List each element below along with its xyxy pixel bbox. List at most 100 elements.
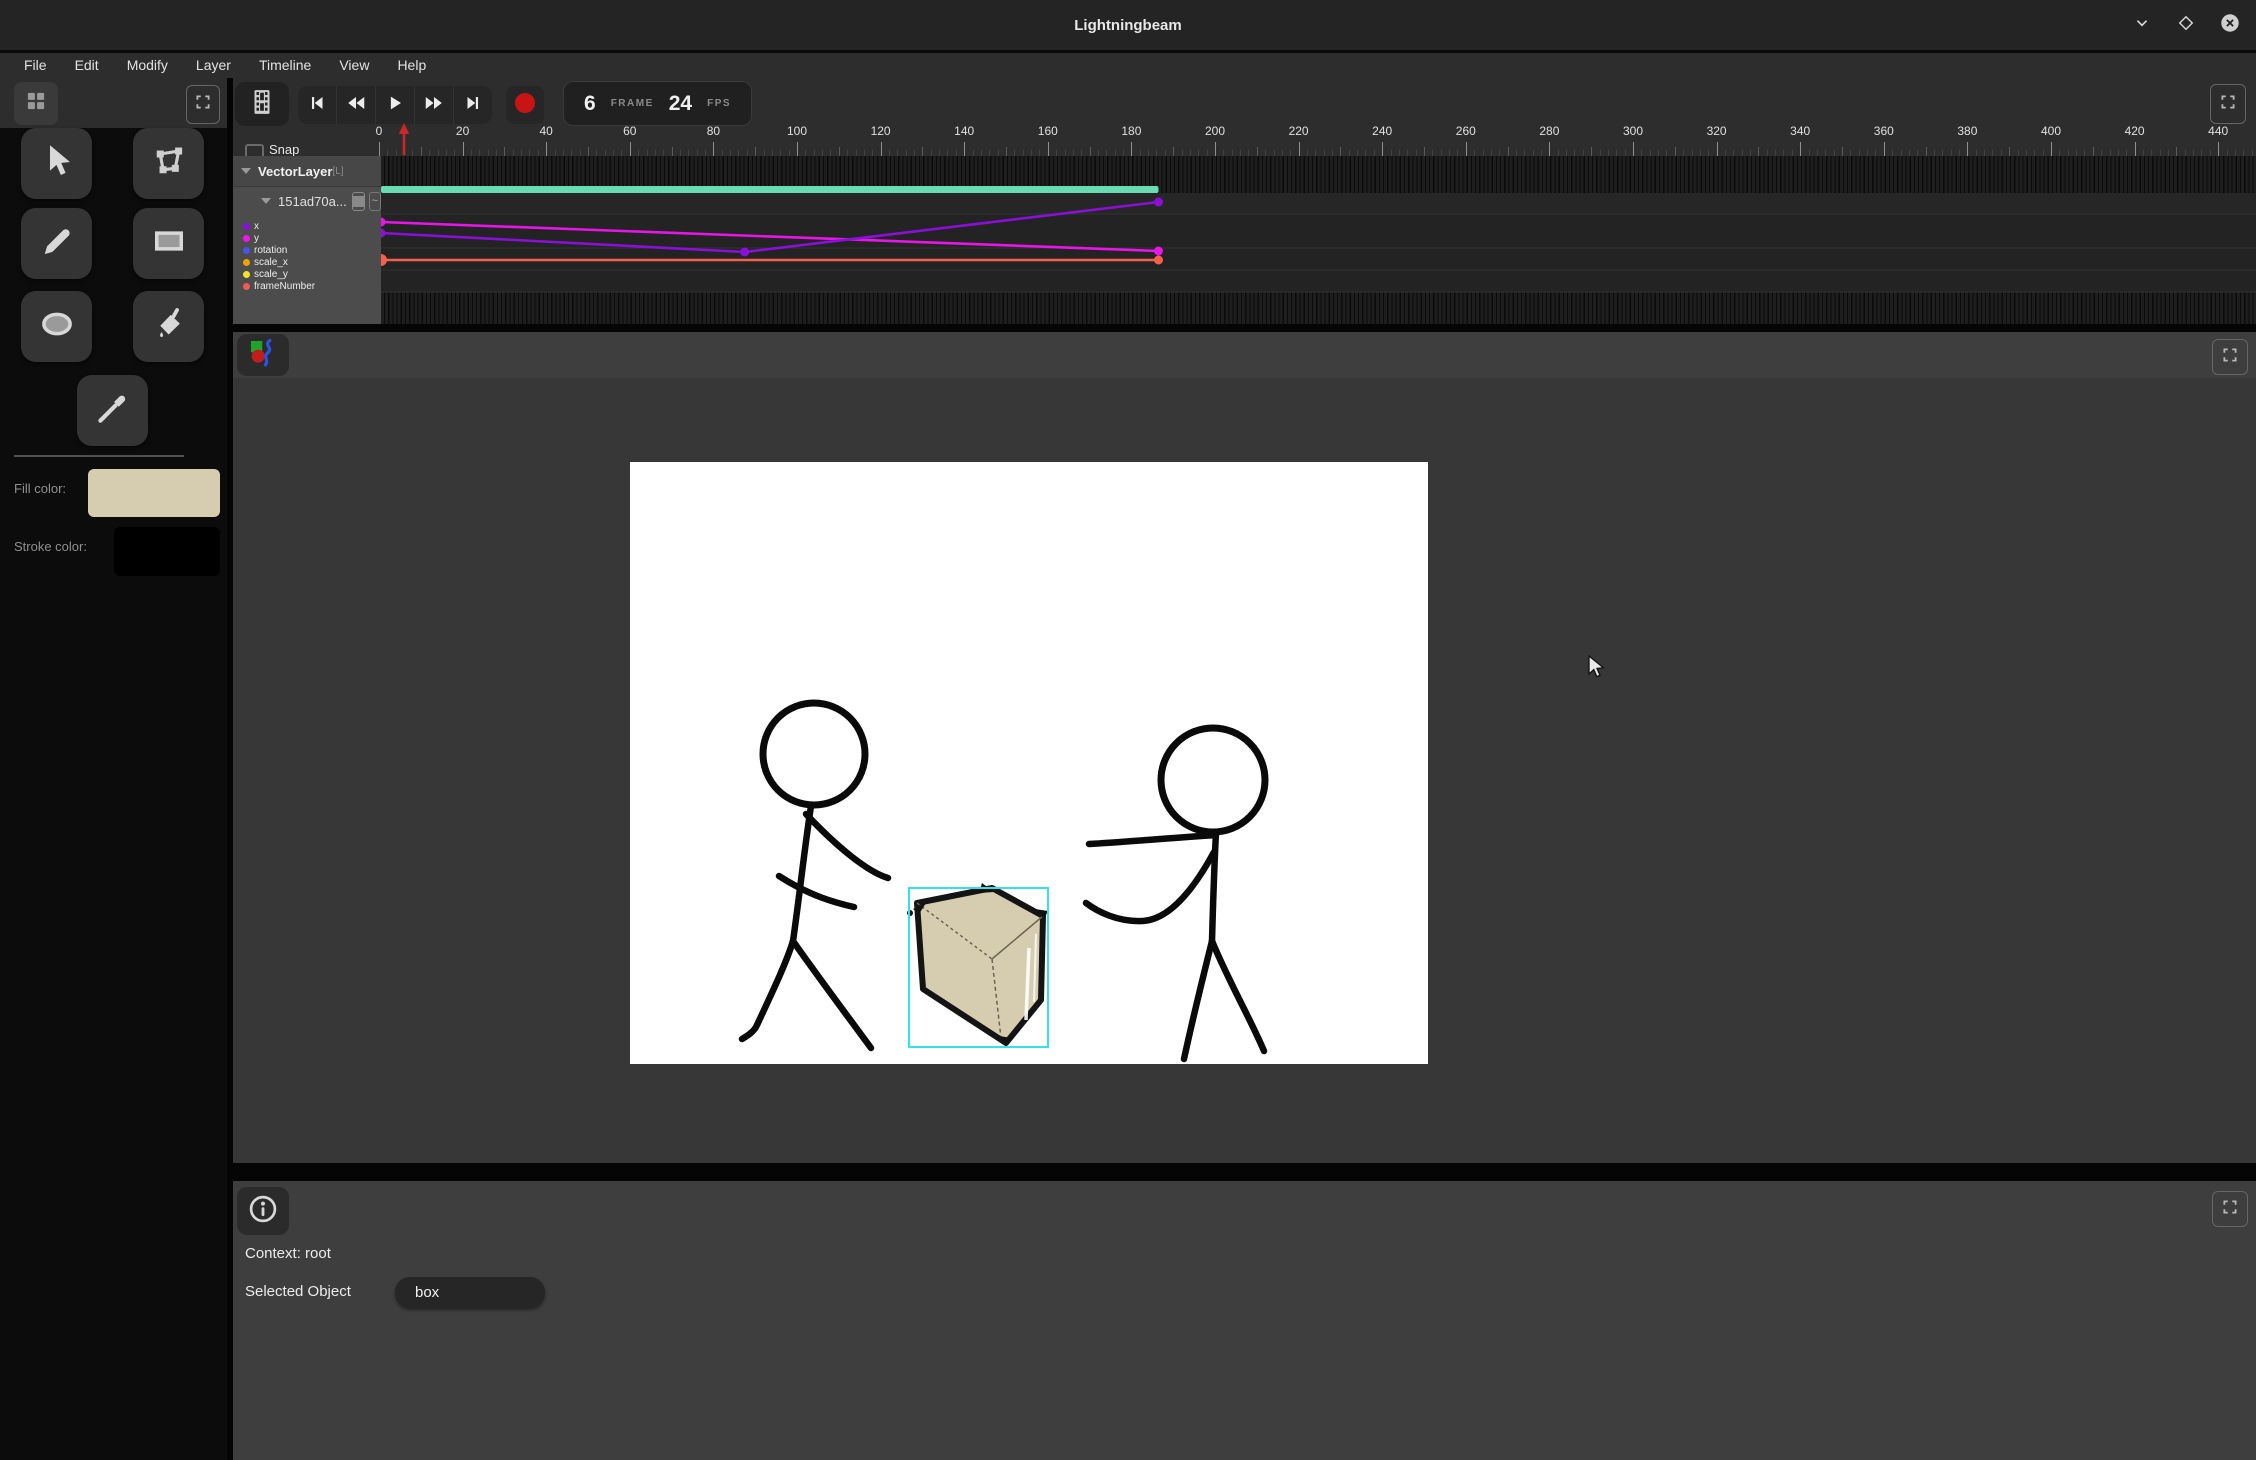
ruler-label-80: 80: [707, 124, 720, 138]
ruler-tick: [672, 147, 673, 156]
object-layer-name: 151ad70a...: [278, 194, 347, 209]
transform-icon: [148, 140, 190, 187]
shapes-icon: [246, 336, 280, 375]
ruler-tick: [546, 142, 547, 156]
info-tab-button[interactable]: [237, 1187, 289, 1235]
layer-list: VectorLayer [L] 151ad70a... ~ xyrotation…: [233, 156, 381, 324]
ruler-tick: [1717, 142, 1718, 156]
pencil-tool-button[interactable]: [21, 208, 92, 279]
timeline-tracks: VectorLayer [L] 151ad70a... ~ xyrotation…: [233, 156, 2256, 324]
ruler-tick: [1675, 147, 1676, 156]
eyedropper-icon: [92, 387, 134, 434]
ruler-label-280: 280: [1539, 124, 1559, 138]
ruler-tick: [881, 142, 882, 156]
stage-tab-button[interactable]: [237, 334, 289, 376]
keyframe-x: [740, 248, 749, 257]
ruler-tick: [1800, 142, 1801, 156]
expand-stage-button[interactable]: [2212, 339, 2248, 375]
collapse-caret-icon[interactable]: [261, 198, 271, 204]
eyedropper-tool-button[interactable]: [77, 375, 148, 446]
property-row-scale_x[interactable]: scale_x: [233, 256, 381, 268]
expand-tools-button[interactable]: [186, 85, 220, 124]
layer-row-object[interactable]: 151ad70a... ~: [233, 187, 381, 215]
ruler-tick: [1842, 147, 1843, 156]
property-color-dot: [243, 283, 250, 290]
menu-file[interactable]: File: [10, 53, 61, 78]
ruler-label-100: 100: [787, 124, 807, 138]
ruler-label-440: 440: [2208, 124, 2228, 138]
layer-name: VectorLayer: [258, 164, 332, 179]
property-row-x[interactable]: x: [233, 220, 381, 232]
ruler-tick: [2093, 147, 2094, 156]
menu-modify[interactable]: Modify: [113, 53, 182, 78]
frame-grid[interactable]: [381, 156, 2256, 324]
layout-grid-button[interactable]: [14, 82, 58, 125]
stage-canvas[interactable]: [630, 462, 1428, 1064]
selected-object-field[interactable]: box: [395, 1277, 545, 1308]
property-color-dot: [243, 271, 250, 278]
timeline-panel: 6 FRAME 24 FPS Snap 02040608010012014016…: [233, 78, 2256, 324]
close-button[interactable]: [2218, 13, 2242, 37]
ellipse-tool-button[interactable]: [21, 291, 92, 362]
rectangle-icon: [148, 220, 190, 267]
paint-bucket-tool-button[interactable]: [133, 291, 204, 362]
playhead[interactable]: [398, 122, 410, 161]
menu-edit[interactable]: Edit: [61, 53, 113, 78]
property-color-dot: [243, 223, 250, 230]
ruler-label-60: 60: [623, 124, 636, 138]
menu-layer[interactable]: Layer: [182, 53, 245, 78]
property-row-rotation[interactable]: rotation: [233, 244, 381, 256]
ruler-tick: [630, 142, 631, 156]
ruler-tick: [2176, 147, 2177, 156]
square-icon: [353, 196, 364, 207]
layer-row-vectorlayer[interactable]: VectorLayer [L]: [233, 156, 381, 187]
stroke-color-label: Stroke color:: [14, 539, 87, 554]
ruler-tick: [1424, 147, 1425, 156]
ruler-tick: [713, 142, 714, 156]
curve-y: [381, 222, 1159, 251]
layer-ease-toggle[interactable]: ~: [369, 192, 381, 211]
ruler-label-340: 340: [1790, 124, 1810, 138]
stick-figure-left[interactable]: [742, 703, 888, 1048]
ruler-tick: [1090, 147, 1091, 156]
property-name: frameNumber: [254, 281, 315, 292]
property-color-dot: [243, 259, 250, 266]
ruler-label-140: 140: [954, 124, 974, 138]
close-circle-icon: [2219, 12, 2241, 39]
stick-figure-right[interactable]: [1086, 728, 1265, 1059]
maximize-button[interactable]: [2174, 13, 2198, 37]
menu-timeline[interactable]: Timeline: [245, 53, 325, 78]
ruler-tick: [1048, 142, 1049, 156]
ruler-tick: [2051, 142, 2052, 156]
ruler-tick: [1549, 142, 1550, 156]
ruler-tick: [463, 142, 464, 156]
ruler-tick: [1508, 147, 1509, 156]
context-text: Context: root: [245, 1245, 331, 1262]
fill-color-swatch[interactable]: [88, 469, 220, 517]
ruler-label-400: 400: [2041, 124, 2061, 138]
property-color-dot: [243, 247, 250, 254]
transform-tool-button[interactable]: [133, 128, 204, 199]
menu-view[interactable]: View: [325, 53, 383, 78]
box-object[interactable]: [907, 883, 1048, 1047]
ruler-label-220: 220: [1289, 124, 1309, 138]
rectangle-tool-button[interactable]: [133, 208, 204, 279]
expand-icon: [194, 93, 212, 116]
property-row-scale_y[interactable]: scale_y: [233, 268, 381, 280]
property-row-y[interactable]: y: [233, 232, 381, 244]
titlebar: Lightningbeam: [0, 0, 2256, 53]
layer-visibility-toggle[interactable]: [352, 192, 365, 211]
select-tool-button[interactable]: [21, 128, 92, 199]
keyframe-frameNumber: [1154, 256, 1163, 265]
menu-help[interactable]: Help: [383, 53, 440, 78]
menubar: FileEditModifyLayerTimelineViewHelp: [0, 53, 2256, 78]
property-row-frameNumber[interactable]: frameNumber: [233, 280, 381, 292]
collapse-button[interactable]: [2130, 13, 2154, 37]
animation-curves[interactable]: [381, 156, 2256, 324]
ruler-tick: [1967, 142, 1968, 156]
stroke-color-swatch[interactable]: [114, 527, 220, 576]
expand-inspector-button[interactable]: [2212, 1191, 2248, 1227]
collapse-caret-icon[interactable]: [241, 168, 251, 174]
stage-panel-header: [233, 332, 2256, 378]
timeline-ruler[interactable]: 0204060801001201401601802002202402602803…: [233, 78, 2256, 156]
